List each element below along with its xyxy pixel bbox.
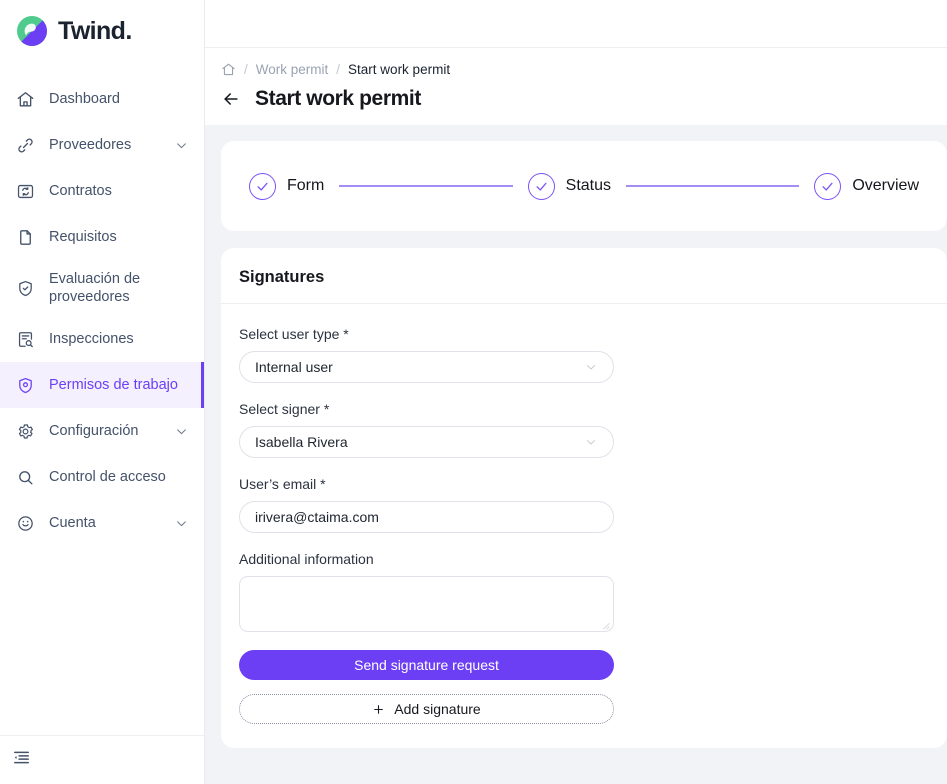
sidebar-nav: Dashboard Proveedores Contratos Requisit…: [0, 62, 204, 735]
plus-icon: [372, 703, 385, 716]
sidebar-item-label: Contratos: [49, 182, 112, 199]
sidebar-item-label: Dashboard: [49, 90, 120, 107]
add-signature-label: Add signature: [394, 701, 481, 717]
search-icon: [16, 468, 35, 487]
signatures-form: Select user type * Internal user Select …: [221, 304, 947, 724]
chevron-down-icon[interactable]: [584, 435, 598, 449]
check-icon: [527, 172, 555, 200]
sidebar-item-label: Evaluación de proveedores: [49, 270, 141, 305]
twind-swirl-logo-icon: [14, 13, 50, 49]
page-header: / Work permit / Start work permit Start …: [205, 48, 947, 125]
signatures-card: Signatures Select user type * Internal u…: [221, 248, 947, 748]
home-icon: [16, 90, 35, 109]
breadcrumb: / Work permit / Start work permit: [221, 62, 947, 77]
sidebar-item-label: Control de acceso: [49, 468, 166, 485]
sidebar-item-label: Configuración: [49, 422, 139, 439]
sidebar-item-dashboard[interactable]: Dashboard: [0, 76, 204, 122]
smiley-icon: [16, 514, 35, 533]
app-root: Twind. Dashboard Proveedores Contratos R…: [0, 0, 947, 784]
step-label: Overview: [852, 177, 919, 194]
sidebar-item-configuracion[interactable]: Configuración: [0, 408, 204, 454]
step-form[interactable]: Form: [249, 172, 325, 200]
file-icon: [16, 228, 35, 247]
user-type-label: Select user type *: [239, 326, 349, 342]
breadcrumb-item-work-permit[interactable]: Work permit: [256, 62, 329, 77]
field-user-type: Select user type * Internal user: [239, 326, 929, 383]
sidebar-item-label: Proveedores: [49, 136, 132, 153]
chevron-down-icon[interactable]: [175, 517, 188, 530]
sidebar-item-label: Permisos de trabajo: [49, 376, 178, 393]
step-connector: [339, 185, 513, 187]
chevron-down-icon[interactable]: [175, 425, 188, 438]
signer-value: Isabella Rivera: [255, 434, 348, 450]
email-field[interactable]: irivera@ctaima.com: [239, 501, 614, 533]
title-row: Start work permit: [221, 87, 947, 111]
step-label: Status: [565, 177, 611, 194]
sidebar-item-label: Cuenta: [49, 514, 96, 531]
home-icon[interactable]: [221, 62, 236, 77]
check-icon: [249, 172, 276, 200]
signer-label: Select signer *: [239, 401, 330, 417]
clipboard-search-icon: [16, 330, 35, 349]
link-icon: [16, 136, 35, 155]
signatures-header: Signatures: [221, 248, 947, 304]
content-scroll-area: Form Status Overview Signatures Select u…: [205, 125, 947, 784]
email-label: User’s email *: [239, 476, 326, 492]
sidebar-item-label: Inspecciones: [49, 330, 134, 347]
page-title: Start work permit: [255, 87, 421, 110]
sidebar-item-requisitos[interactable]: Requisitos: [0, 214, 204, 260]
arrow-left-icon[interactable]: [221, 89, 241, 109]
step-status[interactable]: Status: [527, 172, 611, 200]
send-signature-request-button[interactable]: Send signature request: [239, 650, 614, 680]
sidebar-item-label: Requisitos: [49, 228, 117, 245]
field-email: User’s email * irivera@ctaima.com: [239, 476, 929, 533]
sidebar-item-proveedores[interactable]: Proveedores: [0, 122, 204, 168]
add-signature-button[interactable]: Add signature: [239, 694, 614, 724]
brand-name: Twind.: [58, 16, 132, 45]
sidebar-footer: [0, 735, 204, 784]
additional-information-textarea[interactable]: [239, 576, 614, 632]
sidebar-item-permisos-de-trabajo[interactable]: Permisos de trabajo: [0, 362, 204, 408]
user-type-select[interactable]: Internal user: [239, 351, 614, 383]
breadcrumb-item-current: Start work permit: [348, 62, 451, 77]
topbar: [205, 0, 947, 48]
field-signer: Select signer * Isabella Rivera: [239, 401, 929, 458]
step-label: Form: [287, 177, 325, 194]
email-value: irivera@ctaima.com: [255, 509, 379, 525]
shield-check-icon: [16, 279, 35, 298]
breadcrumb-separator: /: [244, 62, 248, 77]
user-type-value: Internal user: [255, 359, 333, 375]
sidebar-item-control-de-acceso[interactable]: Control de acceso: [0, 454, 204, 500]
shield-permit-icon: [16, 376, 35, 395]
resize-grip-icon[interactable]: [599, 617, 610, 630]
additional-information-label: Additional information: [239, 551, 374, 567]
sidebar-item-inspecciones[interactable]: Inspecciones: [0, 316, 204, 362]
signer-select[interactable]: Isabella Rivera: [239, 426, 614, 458]
step-overview[interactable]: Overview: [814, 172, 919, 200]
stepper: Form Status Overview: [221, 141, 947, 231]
chevron-down-icon[interactable]: [584, 360, 598, 374]
chevron-down-icon[interactable]: [175, 139, 188, 152]
check-icon: [814, 172, 842, 200]
field-additional-information: Additional information: [239, 551, 929, 632]
sidebar-item-contratos[interactable]: Contratos: [0, 168, 204, 214]
sidebar-collapse-icon[interactable]: [12, 748, 31, 772]
main-content: / Work permit / Start work permit Start …: [205, 0, 947, 784]
sidebar-item-cuenta[interactable]: Cuenta: [0, 500, 204, 546]
brand-logo[interactable]: Twind.: [0, 0, 204, 62]
signatures-title: Signatures: [239, 268, 325, 286]
breadcrumb-separator: /: [336, 62, 341, 77]
step-connector: [626, 185, 800, 187]
sidebar-item-evaluacion-de-proveedores[interactable]: Evaluación de proveedores: [0, 260, 204, 316]
sidebar: Twind. Dashboard Proveedores Contratos R…: [0, 0, 205, 784]
contract-refresh-icon: [16, 182, 35, 201]
gear-icon: [16, 422, 35, 441]
